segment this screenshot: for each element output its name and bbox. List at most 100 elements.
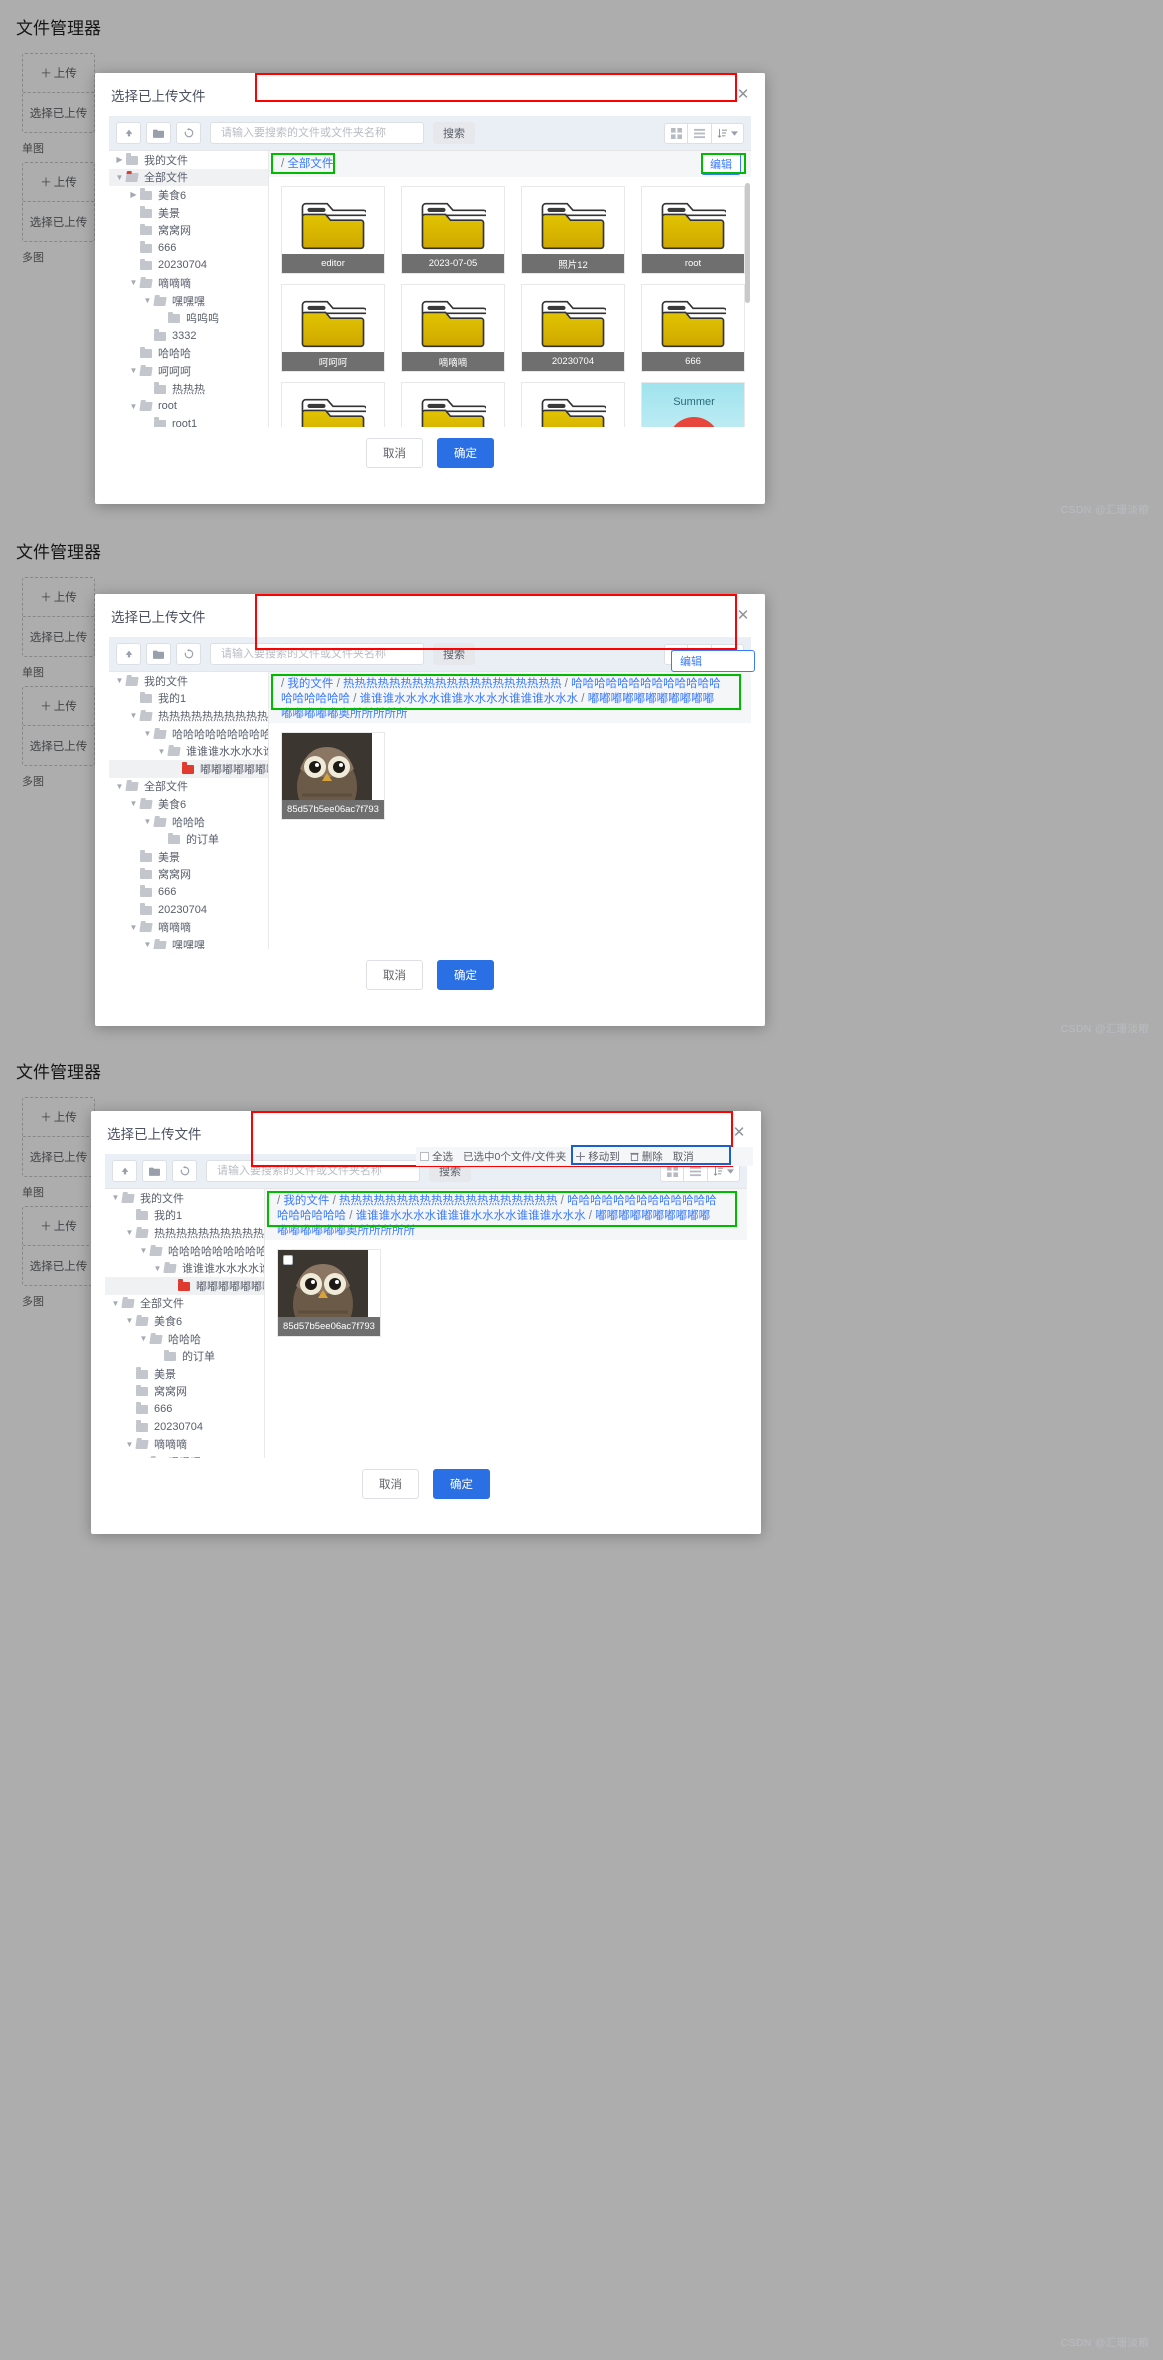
tree-node[interactable]: ▶美景 (109, 848, 268, 866)
tree-node[interactable]: ▶666 (109, 883, 268, 901)
file-select-checkbox[interactable] (283, 1255, 293, 1265)
chevron-down-icon[interactable]: ▼ (113, 782, 126, 791)
tree-node[interactable]: ▶我的1 (105, 1207, 264, 1225)
tree-node[interactable]: ▶20230704 (109, 901, 268, 919)
breadcrumb-item[interactable]: 全部文件 (287, 158, 333, 170)
search-input-2[interactable] (219, 647, 415, 661)
tree-node[interactable]: ▼ 嘀嘀嘀 (109, 274, 268, 292)
tree-node[interactable]: ▼ 嘿嘿嘿 (109, 292, 268, 310)
file-card[interactable] (401, 382, 505, 427)
tree-node[interactable]: ▶20230704 (109, 257, 268, 275)
new-folder-button-2[interactable] (146, 643, 171, 665)
select-all-checkbox-3[interactable]: 全选 (420, 1149, 453, 1164)
chevron-down-icon[interactable]: ▼ (155, 747, 168, 756)
move-to-button-3[interactable]: 移动到 (576, 1149, 620, 1164)
confirm-button-2[interactable]: 确定 (437, 960, 494, 990)
tree-node[interactable]: ▶美景 (109, 204, 268, 222)
cancel-button-1[interactable]: 取消 (366, 438, 423, 468)
tree-node[interactable]: ▶的订单 (105, 1347, 264, 1365)
tree-node[interactable]: ▶3332 (109, 327, 268, 345)
tree-node[interactable]: ▼ 美食6 (109, 795, 268, 813)
chevron-down-icon[interactable]: ▼ (127, 366, 140, 375)
tree-node[interactable]: ▼ 全部文件 (109, 778, 268, 796)
chevron-down-icon[interactable]: ▼ (127, 799, 140, 808)
confirm-button-1[interactable]: 确定 (437, 438, 494, 468)
chevron-down-icon[interactable]: ▼ (123, 1228, 136, 1237)
chevron-down-icon[interactable]: ▼ (137, 1334, 150, 1343)
tree-node[interactable]: ▼ 我的文件 (109, 672, 268, 690)
folder-tree-2[interactable]: ▼ 我的文件 ▶我的1 ▼ 热热热热热热热热热热热热热热 ▼ 哈哈哈哈哈哈哈哈哈哈哈哈哈 ▼ 谁… (109, 672, 269, 949)
tree-node[interactable]: ▶美景 (105, 1365, 264, 1383)
file-card[interactable]: 85d57b5ee06ac7f793 (281, 732, 385, 820)
tree-node[interactable]: ▼ 我的文件 (105, 1189, 264, 1207)
file-card[interactable]: root (641, 186, 745, 274)
file-card[interactable]: 20230704 (521, 284, 625, 372)
search-button-1[interactable]: 搜索 (433, 122, 475, 144)
breadcrumb-2[interactable]: / 我的文件 / 热热热热热热热热热热热热热热热热热热热 / 哈哈哈哈哈哈哈哈哈… (281, 677, 721, 722)
file-card[interactable]: 呵呵呵 (281, 284, 385, 372)
search-button-2[interactable]: 搜索 (433, 643, 475, 665)
tree-node[interactable]: ▶的订单 (109, 830, 268, 848)
tree-node[interactable]: ▶ 美食6 (109, 186, 268, 204)
file-card[interactable]: 666 (641, 284, 745, 372)
chevron-down-icon[interactable]: ▼ (123, 1440, 136, 1449)
chevron-down-icon[interactable]: ▼ (141, 940, 154, 949)
search-input-1[interactable] (219, 126, 415, 140)
file-card[interactable]: editor (281, 186, 385, 274)
chevron-right-icon[interactable]: ▶ (113, 155, 126, 164)
tree-node[interactable]: ▼ 全部文件 (105, 1295, 264, 1313)
chevron-down-icon[interactable]: ▼ (113, 173, 126, 182)
tree-node[interactable]: ▶哈哈哈 (109, 345, 268, 363)
chevron-down-icon[interactable]: ▼ (127, 711, 140, 720)
up-button-3[interactable] (112, 1160, 137, 1182)
cancel-button-2[interactable]: 取消 (366, 960, 423, 990)
chevron-right-icon[interactable]: ▶ (127, 190, 140, 199)
tree-node[interactable]: ▼ root (109, 397, 268, 415)
file-card[interactable]: 2023-07-05 (401, 186, 505, 274)
tree-node[interactable]: ▶窝窝网 (109, 866, 268, 884)
tree-node[interactable]: ▶热热热 (109, 380, 268, 398)
breadcrumb-item[interactable]: 热热热热热热热热热热热热热热热热热热热 (339, 1195, 558, 1207)
grid-view-icon[interactable] (664, 122, 688, 144)
cancel-selection-button-3[interactable]: 取消 (673, 1149, 694, 1164)
file-card[interactable]: Summer (641, 382, 745, 427)
chevron-down-icon[interactable]: ▼ (141, 296, 154, 305)
tree-node[interactable]: ▼ 嘀嘀嘀 (105, 1435, 264, 1453)
chevron-down-icon[interactable]: ▼ (127, 402, 140, 411)
edit-button-2[interactable]: 编辑 (671, 650, 755, 672)
tree-node[interactable]: ▼ 嘀嘀嘀 (109, 918, 268, 936)
confirm-button-3[interactable]: 确定 (433, 1469, 490, 1499)
tree-node[interactable]: ▼ 嘿嘿嘿 (105, 1453, 264, 1458)
tree-node[interactable]: ▶20230704 (105, 1418, 264, 1436)
search-input-3[interactable] (215, 1164, 411, 1178)
tree-node[interactable]: ▶嘟嘟嘟嘟嘟嘟嘟嘟嘟嘟 (109, 759, 268, 778)
close-icon[interactable]: ✕ (731, 1124, 747, 1141)
chevron-down-icon[interactable]: ▼ (109, 1193, 122, 1202)
breadcrumb-item[interactable]: 我的文件 (287, 678, 333, 690)
tree-node[interactable]: ▼ 热热热热热热热热热热热热热热 (109, 707, 268, 725)
tree-node[interactable]: ▶我的1 (109, 690, 268, 708)
delete-button-3[interactable]: 删除 (630, 1149, 663, 1164)
chevron-down-icon[interactable]: ▼ (127, 923, 140, 932)
breadcrumb-1[interactable]: / 全部文件 (281, 157, 333, 172)
tree-node[interactable]: ▼ 哈哈哈 (105, 1330, 264, 1348)
search-input-wrap-1[interactable] (210, 122, 424, 144)
up-button-1[interactable] (116, 122, 141, 144)
list-view-icon[interactable] (688, 122, 712, 144)
tree-node[interactable]: ▼ 谁谁谁水水水水谁谁谁 (105, 1259, 264, 1277)
chevron-down-icon[interactable]: ▼ (137, 1246, 150, 1255)
tree-node[interactable]: ▶呜呜呜 (109, 309, 268, 327)
refresh-button-3[interactable] (172, 1160, 197, 1182)
new-folder-button-1[interactable] (146, 122, 171, 144)
chevron-down-icon[interactable]: ▼ (141, 729, 154, 738)
chevron-down-icon[interactable]: ▼ (113, 676, 126, 685)
tree-node[interactable]: ▼ 谁谁谁水水水水谁谁谁 (109, 742, 268, 760)
tree-node[interactable]: ▼ 哈哈哈 (109, 813, 268, 831)
scrollbar-1[interactable] (745, 183, 750, 303)
breadcrumb-3[interactable]: / 我的文件 / 热热热热热热热热热热热热热热热热热热热 / 哈哈哈哈哈哈哈哈哈… (277, 1194, 717, 1239)
edit-button-1[interactable]: 编辑 (701, 153, 741, 175)
tree-node[interactable]: ▶窝窝网 (105, 1383, 264, 1401)
chevron-down-icon[interactable]: ▼ (127, 278, 140, 287)
chevron-down-icon[interactable]: ▼ (123, 1316, 136, 1325)
chevron-down-icon[interactable]: ▼ (141, 817, 154, 826)
